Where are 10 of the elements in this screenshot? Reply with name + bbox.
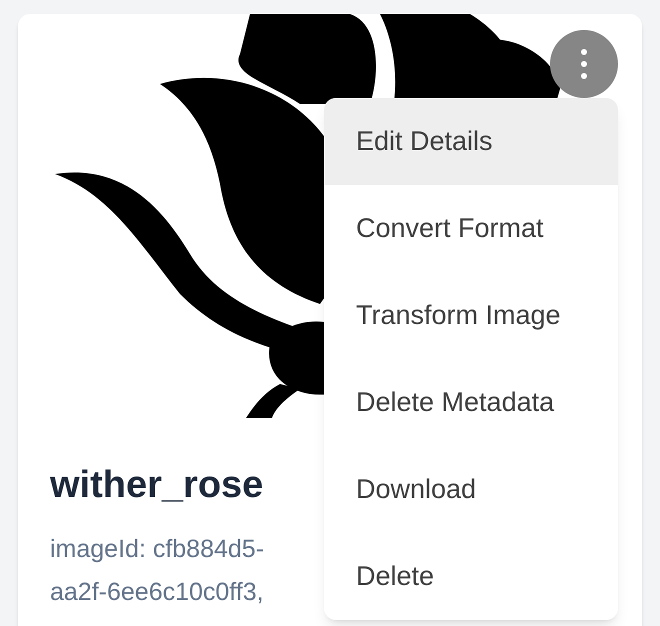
menu-item[interactable]: Convert Format bbox=[324, 185, 618, 272]
image-title: wither_rose bbox=[50, 463, 264, 508]
image-metadata: aa2f-6ee6c10c0ff3, bbox=[50, 576, 264, 608]
menu-item[interactable]: Delete Metadata bbox=[324, 359, 618, 446]
menu-item[interactable]: Edit Details bbox=[324, 98, 618, 185]
menu-item[interactable]: Transform Image bbox=[324, 272, 618, 359]
menu-item[interactable]: Delete bbox=[324, 533, 618, 620]
more-vertical-icon bbox=[580, 48, 588, 80]
menu-item[interactable]: Download bbox=[324, 446, 618, 533]
image-metadata: imageId: cfb884d5- bbox=[50, 534, 264, 564]
